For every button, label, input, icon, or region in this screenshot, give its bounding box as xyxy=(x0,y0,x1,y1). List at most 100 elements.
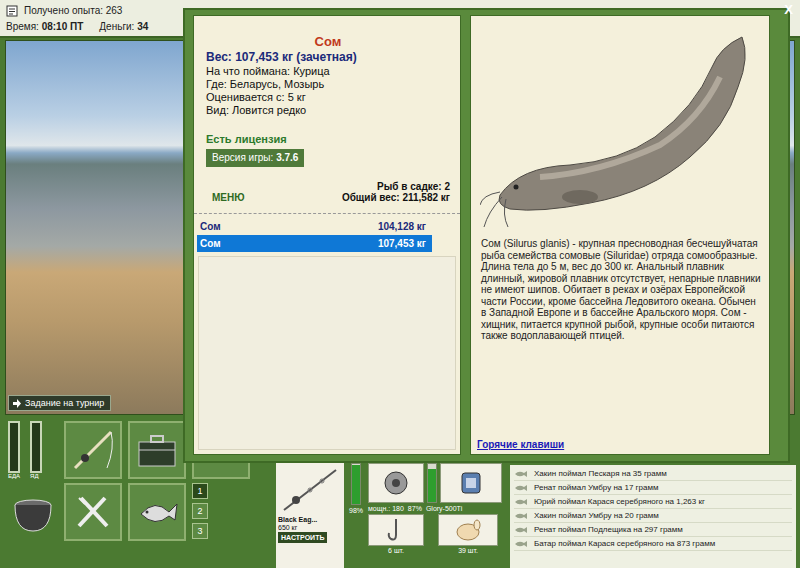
fish-dialog: СомВес: 107,453 кг (зачетная)На что пойм… xyxy=(183,8,790,463)
rod-tile[interactable] xyxy=(64,421,122,479)
tackle-row xyxy=(368,463,502,503)
reel-wear-text: 87% xyxy=(408,505,422,512)
list-filler xyxy=(198,256,456,450)
experience: Получено опыта: 263 xyxy=(24,5,122,16)
rod-icon xyxy=(71,428,115,472)
bar-label: ЕДА xyxy=(8,473,20,479)
rod-icon xyxy=(280,466,340,514)
pot-icon xyxy=(10,489,56,535)
catch-message: Ренат поймал Умбру на 17 грамм xyxy=(514,481,792,495)
line-slot[interactable] xyxy=(440,463,502,503)
message-text: Хакин поймал Пескаря на 35 грамм xyxy=(534,469,667,478)
fish-picture xyxy=(471,16,769,238)
hook-icon xyxy=(385,517,407,543)
menu-row: МЕНЮ Рыб в садке: 2Общий вес: 211,582 кг xyxy=(206,181,450,203)
knife-fork-icon xyxy=(71,490,115,534)
tackle-row: 6 шт.39 шт. xyxy=(368,514,502,554)
close-button[interactable]: X xyxy=(781,2,796,17)
message-text: Ренат поймал Подлещика на 297 грамм xyxy=(534,525,683,534)
message-text: Батар поймал Карася серебряного на 873 г… xyxy=(534,539,715,548)
wear-track xyxy=(427,463,437,503)
money-group: Деньги: 34 xyxy=(99,21,148,32)
hook-count: 6 шт. xyxy=(388,547,404,554)
time-row: Время: 08:10 ПТ Деньги: 34 xyxy=(6,21,180,32)
catch-weight: 104,128 кг xyxy=(378,221,426,232)
game-version: Версия игры: 3.7.6 xyxy=(206,149,304,167)
line-name: Glory-500Ti xyxy=(426,505,462,512)
fish-detail: Где: Беларусь, Мозырь xyxy=(206,78,450,91)
need-bars: ЕДА ЯД xyxy=(8,421,58,479)
bar-track xyxy=(8,421,20,473)
message-text: Ренат поймал Умбру на 17 грамм xyxy=(534,483,658,492)
hotkeys-link[interactable]: Горячие клавиши xyxy=(471,439,769,454)
notepad-icon xyxy=(6,5,18,17)
reel-slot[interactable] xyxy=(368,463,424,503)
money-label: Деньги: xyxy=(99,21,134,32)
tackle-info: мощн.: 180 87% Glory-500Ti xyxy=(368,505,502,512)
time-group: Время: 08:10 ПТ xyxy=(6,21,83,32)
bait-slot[interactable] xyxy=(438,514,498,546)
catch-message: Хакин поймал Умбру на 20 грамм xyxy=(514,509,792,523)
fish-description-panel: Сом (Silurus glanis) - крупная пресновод… xyxy=(470,15,770,455)
catch-row[interactable]: Сом104,128 кг xyxy=(197,218,432,235)
slot-buttons: 1 2 3 xyxy=(192,483,208,539)
message-text: Юрий поймал Карася серебряного на 1,263 … xyxy=(534,497,705,506)
net-info: Рыб в садке: 2Общий вес: 211,582 кг xyxy=(342,181,450,203)
setup-button[interactable]: НАСТРОИТЬ xyxy=(278,532,327,543)
fish-icon xyxy=(514,484,528,492)
arrow-icon xyxy=(12,399,21,408)
tournament-label: Задание на турнир xyxy=(25,398,104,408)
line-spool-icon xyxy=(456,468,486,498)
wear-track xyxy=(351,463,361,505)
menu-button[interactable]: МЕНЮ xyxy=(206,192,245,203)
slot-button[interactable]: 2 xyxy=(192,503,208,519)
reel-power: мощн.: 180 xyxy=(368,505,404,512)
box-tile[interactable] xyxy=(128,421,186,479)
fish-weight: Вес: 107,453 кг (зачетная) xyxy=(206,50,450,65)
catch-name: Сом xyxy=(200,238,221,249)
rod-wear: 98% xyxy=(346,463,366,568)
catch-list: Сом104,128 кгСом107,453 кг xyxy=(194,218,460,252)
pot-button[interactable] xyxy=(8,483,58,541)
need-bar: ЕДА xyxy=(8,421,20,479)
need-bar: ЯД xyxy=(30,421,42,479)
fish-detail: Оценивается с: 5 кг xyxy=(206,91,450,104)
reel-icon xyxy=(381,468,411,498)
experience-row: Получено опыта: 263 xyxy=(6,5,180,17)
wear-fill xyxy=(428,469,436,502)
wear-fill xyxy=(352,465,360,504)
rod-picture xyxy=(278,465,342,515)
slot-button[interactable]: 1 xyxy=(192,483,208,499)
time-label: Время: xyxy=(6,21,39,32)
net-total-weight: Общий вес: 211,582 кг xyxy=(342,192,450,203)
license-status: Есть лицензия xyxy=(206,133,450,147)
bar-track xyxy=(30,421,42,473)
bar-label: ЯД xyxy=(30,473,42,479)
fish-detail: Вид: Ловится редко xyxy=(206,104,450,117)
tournament-button[interactable]: Задание на турнир xyxy=(8,395,111,411)
catch-row[interactable]: Сом107,453 кг xyxy=(197,235,432,252)
rod-strength: 650 кг xyxy=(278,524,342,531)
food-tile[interactable] xyxy=(64,483,122,541)
fish-icon xyxy=(514,470,528,478)
version-number: 3.7.6 xyxy=(276,152,298,163)
controls-row: 1 2 3 xyxy=(8,483,268,541)
fish-title: Сом xyxy=(206,34,450,50)
separator xyxy=(194,213,460,214)
money: 34 xyxy=(137,21,148,32)
catch-message: Батар поймал Карася серебряного на 873 г… xyxy=(514,537,792,551)
catch-message: Ренат поймал Подлещика на 297 грамм xyxy=(514,523,792,537)
rod-slot[interactable]: Black Eag...650 кгНАСТРОИТЬ xyxy=(276,463,344,568)
hook-slot[interactable] xyxy=(368,514,424,546)
fish-tile[interactable] xyxy=(128,483,186,541)
slot-button[interactable]: 3 xyxy=(192,523,208,539)
fish-description: Сом (Silurus glanis) - крупная пресновод… xyxy=(471,238,769,342)
fish-info-panel: СомВес: 107,453 кг (зачетная)На что пойм… xyxy=(193,15,461,455)
version-label: Версия игры: xyxy=(212,152,273,163)
fish-info: СомВес: 107,453 кг (зачетная)На что пойм… xyxy=(194,16,460,211)
fish-icon xyxy=(514,540,528,548)
catch-message: Юрий поймал Карася серебряного на 1,263 … xyxy=(514,495,792,509)
tackle-box-icon xyxy=(135,428,179,472)
net-count: Рыб в садке: 2 xyxy=(377,181,450,192)
catfish-icon xyxy=(480,27,760,227)
